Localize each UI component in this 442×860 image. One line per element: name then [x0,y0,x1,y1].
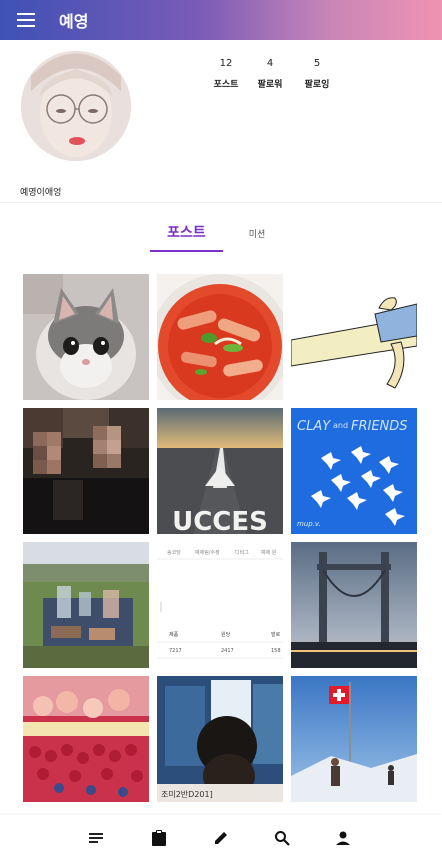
clipboard-icon [152,830,166,846]
person-icon [336,831,350,845]
post-thumbnail-selfie[interactable]: 조미2반D201] [157,676,283,802]
post-thumbnail-kitten[interactable] [23,274,149,400]
divider [0,202,442,203]
post-thumbnail-bridge[interactable] [291,542,417,668]
tab-missions[interactable]: 미션 [236,227,278,240]
stat-following-count: 5 [313,58,321,69]
table-header-2: 원당 [221,631,231,638]
table-tab-3: 디비그 [235,549,249,556]
tab-posts[interactable]: 포스트 [150,222,223,252]
profile-username: 예영이애엉 [20,188,62,198]
signature-text: mup.v. [297,520,321,528]
post-thumbnail-clay-friends[interactable]: CLAY and FRIENDS mup.v. [291,408,417,534]
search-icon [275,831,290,846]
post-thumbnail-road[interactable]: UCCES [157,408,283,534]
tab-posts-label: 포스트 [167,225,206,241]
table-tab-1: 송코당 [167,549,181,556]
pencil-icon [215,832,227,844]
list-icon [89,833,103,843]
and-text: and [333,421,348,430]
bottom-nav [0,815,442,860]
nav-search-button[interactable] [272,828,292,848]
road-text: UCCES [172,507,268,534]
nav-list-button[interactable] [87,828,107,848]
table-cell-3: 158 [271,648,281,654]
table-cell-2: 2417 [221,648,234,654]
friends-text: FRIENDS [351,419,408,434]
app-title: 예영 [59,12,89,31]
clay-text: CLAY [297,419,331,434]
table-header-1: 제품 [169,631,179,638]
table-header-3: 발로 [271,631,281,638]
tab-active-indicator [150,250,223,252]
post-thumbnail-drawing[interactable] [291,274,417,400]
table-cell-1: 7217 [169,648,182,654]
nav-profile-button[interactable] [333,828,353,848]
post-thumbnail-fruit[interactable] [23,676,149,802]
post-thumbnail-swiss[interactable] [291,676,417,802]
post-thumbnail-table[interactable]: 송코당 예제림/수정 디비그 예제 원 제품 원당 발로 7217 2417 1… [157,542,283,668]
profile-avatar[interactable] [21,51,131,161]
hamburger-icon [17,13,35,27]
table-tab-4: 예제 원 [261,549,277,556]
post-thumbnail-people[interactable] [23,408,149,534]
nav-clipboard-button[interactable] [149,828,169,848]
menu-button[interactable] [6,0,46,40]
table-tab-2: 예제림/수정 [195,549,220,556]
post-thumbnail-picnic[interactable] [23,542,149,668]
nav-edit-button[interactable] [211,828,231,848]
app-bar: 예영 [0,0,442,40]
stat-following-label: 팔로잉 [304,80,330,90]
stat-following[interactable]: 5 팔로잉 [287,58,347,90]
post-thumbnail-tteokbokki[interactable] [157,274,283,400]
selfie-caption: 조미2반D201] [161,790,213,799]
